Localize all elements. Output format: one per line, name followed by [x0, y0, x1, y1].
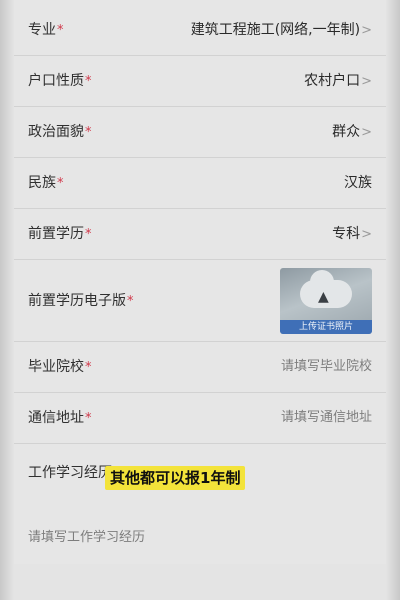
required-mark: * — [85, 74, 92, 89]
ethnicity-value[interactable]: 汉族 — [344, 158, 372, 208]
graduated-school-input[interactable]: 请填写毕业院校 — [281, 342, 372, 392]
work-study-history-textarea[interactable]: 请填写工作学习经历 — [28, 526, 145, 545]
required-mark: * — [85, 411, 92, 426]
required-mark: * — [85, 227, 92, 242]
chevron-right-icon: > — [361, 125, 372, 140]
field-label: 专业* — [28, 22, 64, 38]
chevron-right-icon: > — [361, 74, 372, 89]
required-mark: * — [85, 125, 92, 140]
screen: 专业* 建筑工程施工(网络,一年制)> 户口性质* 农村户口> 政治面貌* 群众… — [0, 0, 400, 600]
field-label: 毕业院校* — [28, 359, 92, 375]
field-political-status[interactable]: 政治面貌* 群众> — [14, 107, 386, 158]
chevron-right-icon: > — [361, 23, 372, 38]
field-label: 前置学历* — [28, 226, 92, 242]
field-label: 通信地址* — [28, 410, 92, 426]
major-select[interactable]: 建筑工程施工(网络,一年制)> — [191, 5, 372, 56]
chevron-right-icon: > — [361, 227, 372, 242]
field-prior-education[interactable]: 前置学历* 专科> — [14, 209, 386, 260]
upload-label: 上传证书照片 — [280, 320, 372, 334]
field-major[interactable]: 专业* 建筑工程施工(网络,一年制)> — [14, 5, 386, 56]
video-caption: 其他都可以报1年制 — [105, 466, 246, 490]
required-mark: * — [85, 360, 92, 375]
required-mark: * — [57, 23, 64, 38]
field-education-certificate: 前置学历电子版* ▲ 上传证书照片 — [14, 260, 386, 342]
upload-certificate-button[interactable]: ▲ 上传证书照片 — [280, 268, 372, 334]
field-label: 民族* — [28, 175, 64, 191]
required-mark: * — [127, 294, 134, 309]
hukou-type-select[interactable]: 农村户口> — [304, 56, 372, 107]
field-mailing-address[interactable]: 通信地址* 请填写通信地址 — [14, 393, 386, 444]
upload-arrow-icon: ▲ — [318, 289, 329, 305]
field-work-study-history: 工作学习经历 请填写工作学习经历 — [14, 444, 386, 564]
required-mark: * — [57, 176, 64, 191]
field-label: 前置学历电子版* — [28, 293, 134, 309]
field-ethnicity[interactable]: 民族* 汉族 — [14, 158, 386, 209]
prior-education-select[interactable]: 专科> — [332, 209, 372, 260]
field-label: 工作学习经历 — [28, 465, 112, 481]
field-hukou-type[interactable]: 户口性质* 农村户口> — [14, 56, 386, 107]
field-label: 政治面貌* — [28, 124, 92, 140]
field-label: 户口性质* — [28, 73, 92, 89]
mailing-address-input[interactable]: 请填写通信地址 — [281, 393, 372, 443]
political-status-select[interactable]: 群众> — [332, 107, 372, 158]
field-graduated-school[interactable]: 毕业院校* 请填写毕业院校 — [14, 342, 386, 393]
